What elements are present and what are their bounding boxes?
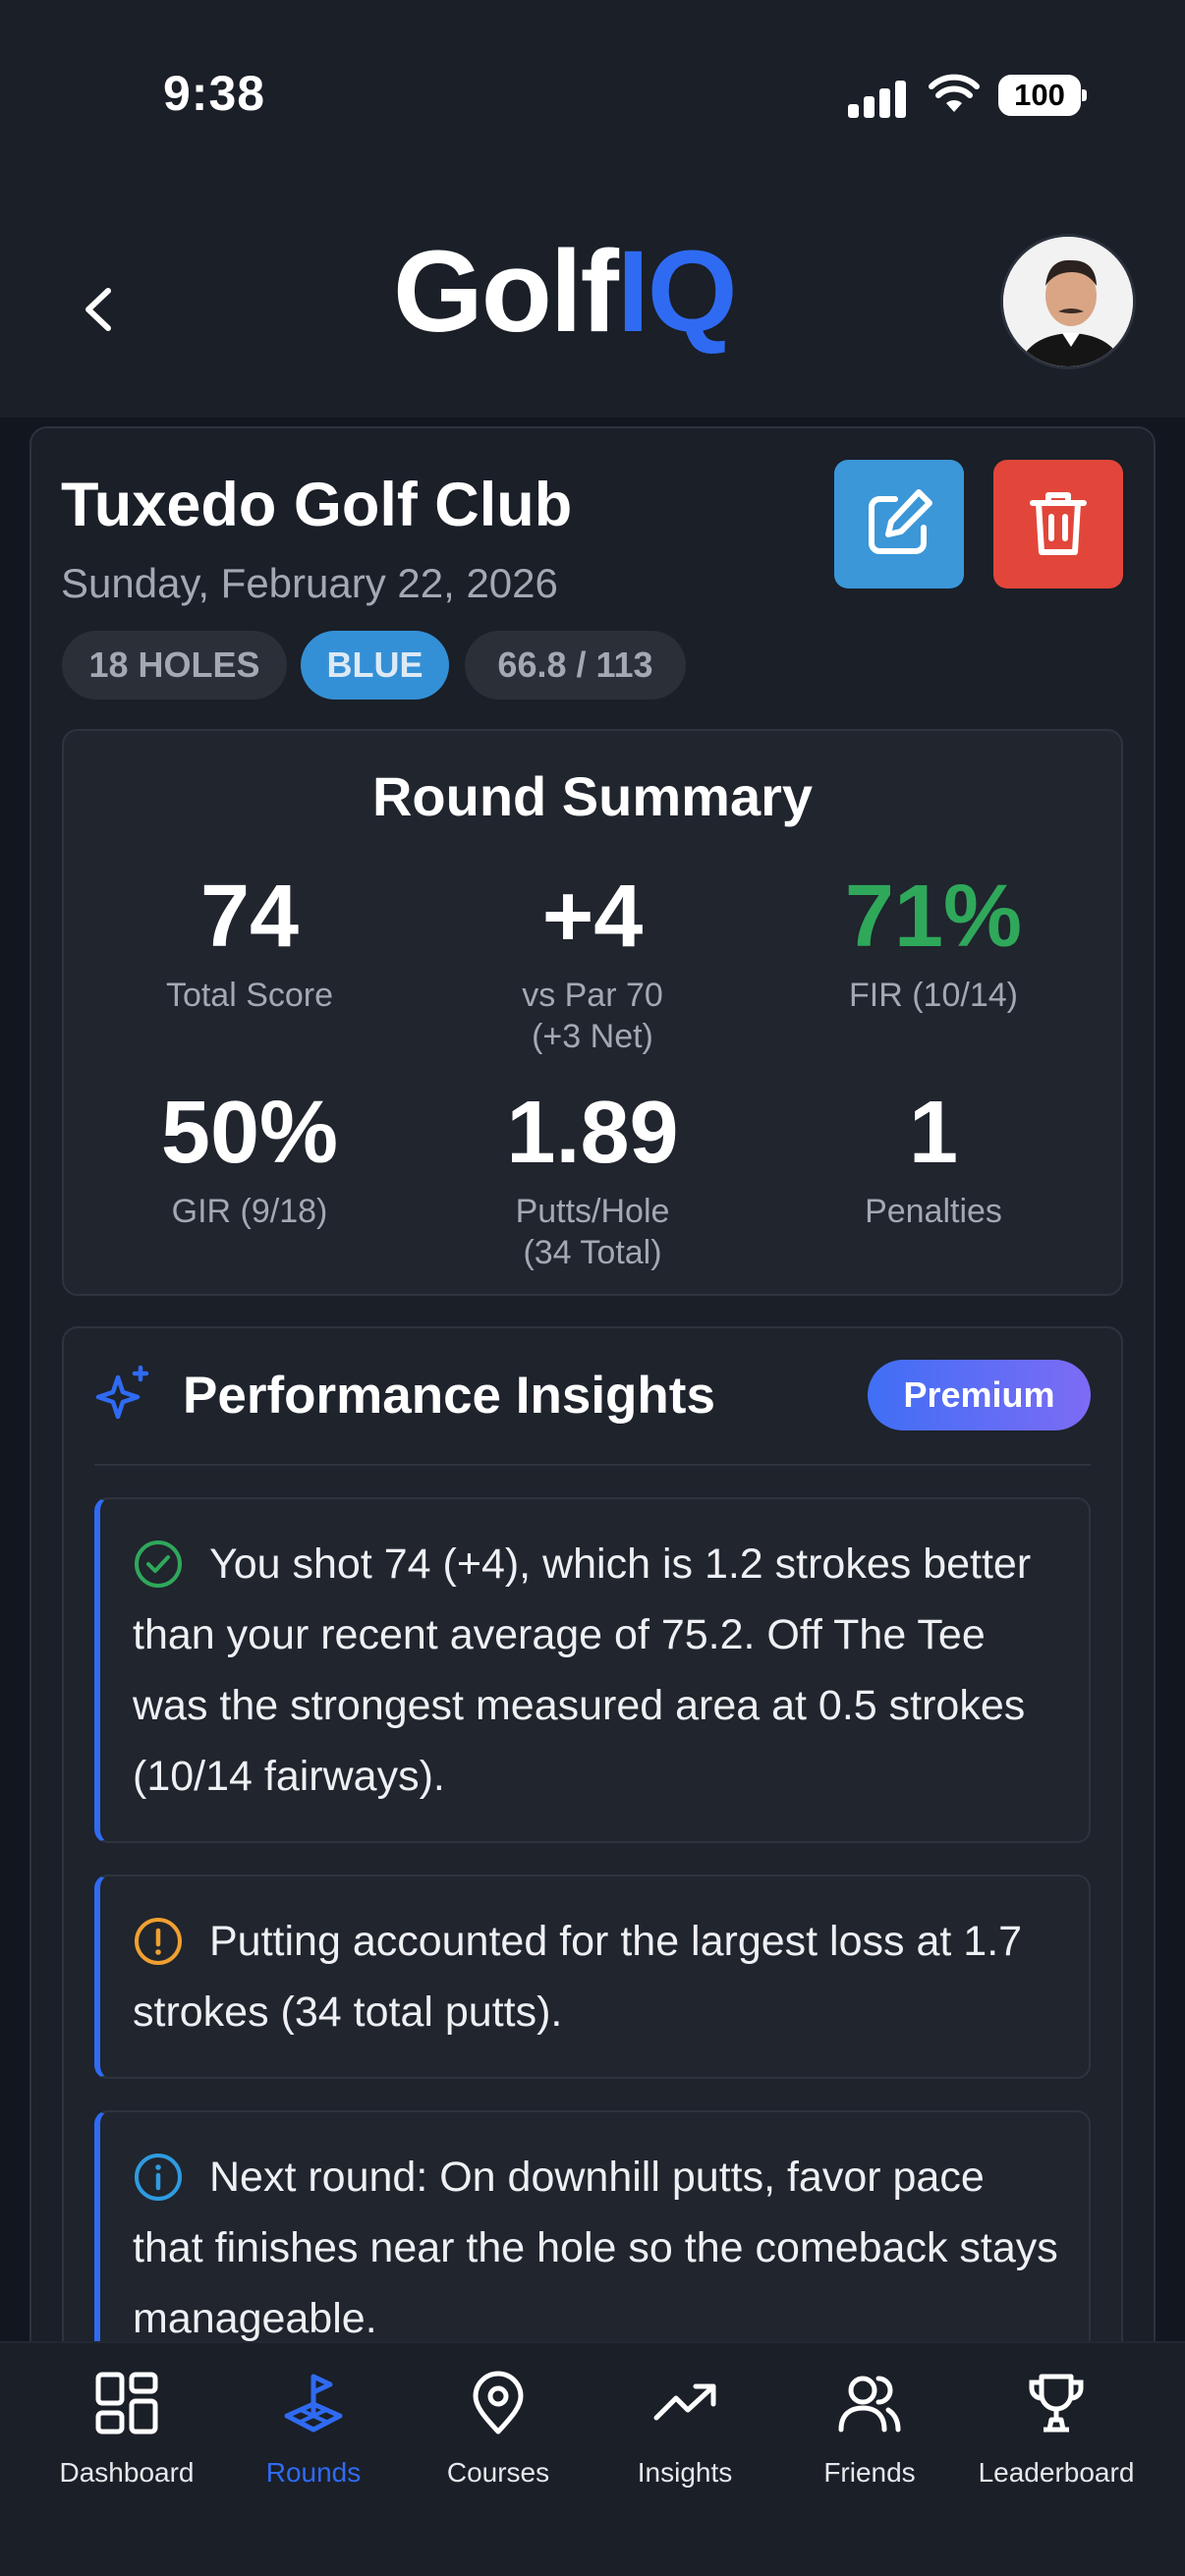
trending-up-icon: [653, 2383, 716, 2421]
delete-round-button[interactable]: [993, 460, 1123, 588]
dashboard-icon: [95, 2372, 158, 2435]
holes-chip: 18 HOLES: [62, 631, 287, 700]
app-logo: GolfIQ: [393, 227, 738, 357]
tab-insights[interactable]: Insights: [592, 2341, 778, 2528]
edit-round-button[interactable]: [834, 460, 964, 588]
stat-penalties: 1 Penalties: [865, 1084, 1002, 1230]
users-icon: [838, 2376, 901, 2433]
tab-leaderboard[interactable]: Leaderboard: [963, 2341, 1150, 2528]
wifi-icon: [929, 74, 980, 112]
signal-icon: [848, 81, 907, 118]
tab-courses[interactable]: Courses: [405, 2341, 592, 2528]
edit-icon: [869, 489, 932, 554]
app-header: GolfIQ: [0, 187, 1185, 418]
status-time: 9:38: [163, 66, 266, 121]
premium-badge: Premium: [868, 1360, 1091, 1430]
divider: [94, 1464, 1091, 1466]
stat-gir: 50% GIR (9/18): [160, 1084, 339, 1230]
status-bar: 9:38 100: [0, 0, 1185, 187]
map-pin-icon: [473, 2371, 524, 2435]
stat-putts: 1.89 Putts/Hole (34 Total): [506, 1084, 679, 1271]
trophy-icon: [1029, 2374, 1084, 2433]
rating-chip: 66.8 / 113: [465, 631, 686, 700]
stat-total-score: 74 Total Score: [165, 868, 334, 1014]
round-date: Sunday, February 22, 2026: [61, 560, 558, 606]
stat-fir: 71% FIR (10/14): [844, 868, 1023, 1014]
stat-vs-par: +4 vs Par 70 (+3 Net): [522, 868, 663, 1055]
sparkle-icon: [95, 1365, 149, 1420]
tab-rounds[interactable]: Rounds: [220, 2341, 407, 2528]
tee-chip: BLUE: [301, 631, 449, 700]
avatar[interactable]: [1000, 234, 1136, 369]
rounds-flag-icon: [284, 2374, 343, 2433]
tab-dashboard[interactable]: Dashboard: [33, 2341, 220, 2528]
insight-text-1: You shot 74 (+4), which is 1.2 strokes b…: [133, 1540, 1032, 1800]
back-button[interactable]: [69, 275, 128, 344]
insight-text-2: Putting accounted for the largest loss a…: [133, 1918, 1023, 2036]
trash-icon: [1030, 492, 1087, 555]
insight-text-3: Next round: On downhill putts, favor pac…: [133, 2154, 1058, 2342]
battery-icon: 100: [998, 75, 1087, 116]
tab-friends[interactable]: Friends: [776, 2341, 963, 2528]
insights-title: Performance Insights: [183, 1367, 715, 1425]
round-summary-title: Round Summary: [371, 765, 814, 827]
course-name: Tuxedo Golf Club: [61, 471, 573, 539]
